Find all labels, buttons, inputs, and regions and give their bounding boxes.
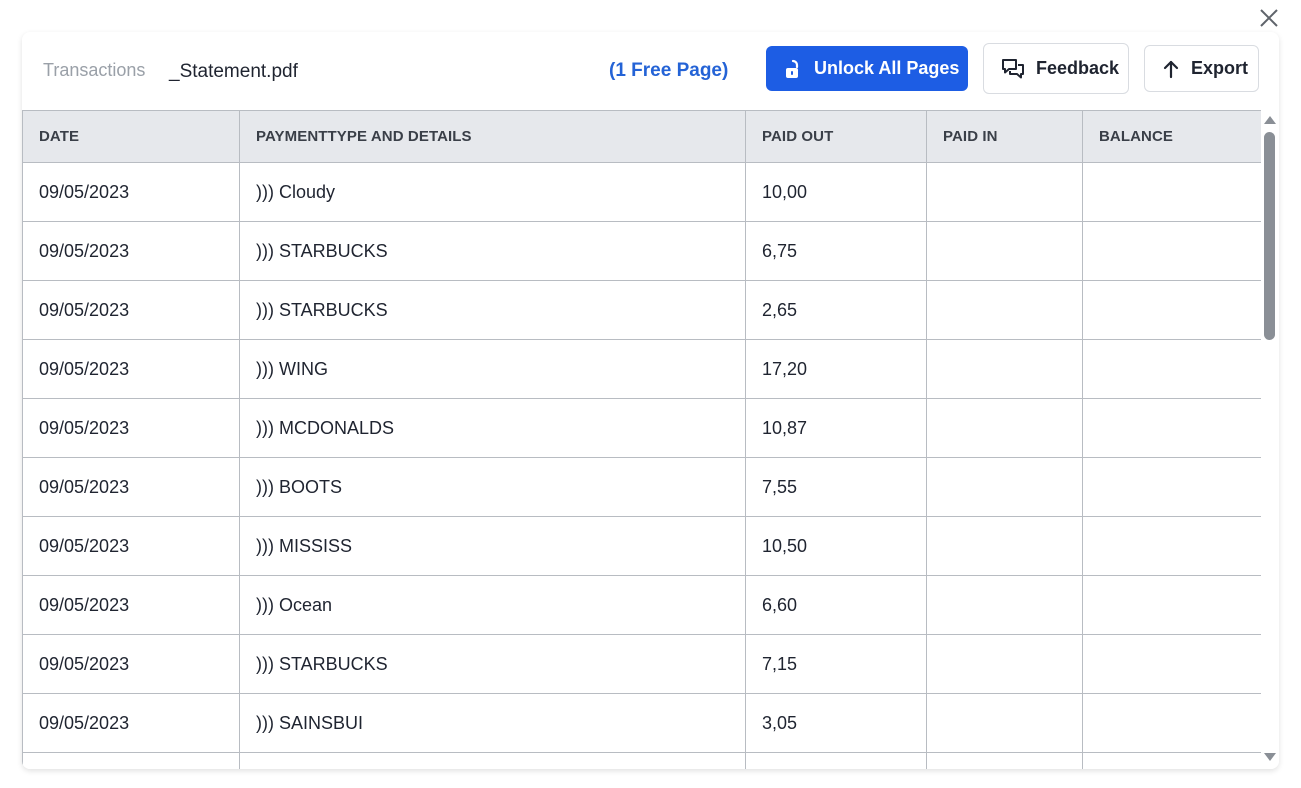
arrow-up-icon	[1163, 60, 1179, 78]
cell-paid-in[interactable]	[926, 752, 1083, 769]
cell-paid-out[interactable]: 10,50	[745, 516, 927, 576]
cell-date[interactable]: 09/05/2023	[22, 693, 240, 753]
cell-paid-in[interactable]	[926, 575, 1083, 635]
cell-balance[interactable]	[1082, 516, 1261, 576]
cell-paid-in[interactable]	[926, 398, 1083, 458]
column-header-paid-out[interactable]: PAID OUT	[745, 110, 927, 163]
cell-paid-out[interactable]: 6,60	[745, 575, 927, 635]
cell-date[interactable]: 09/05/2023	[22, 280, 240, 340]
table-header-row: DATE PAYMENTTYPE AND DETAILS PAID OUT PA…	[22, 110, 1261, 163]
cell-balance[interactable]	[1082, 162, 1261, 222]
feedback-label: Feedback	[1036, 58, 1120, 78]
cell-balance[interactable]	[1082, 752, 1261, 769]
table-row[interactable]	[22, 752, 1261, 769]
column-header-balance[interactable]: BALANCE	[1082, 110, 1261, 163]
cell-paid-out[interactable]: 10,87	[745, 398, 927, 458]
cell-date[interactable]: 09/05/2023	[22, 634, 240, 694]
cell-balance[interactable]	[1082, 575, 1261, 635]
breadcrumb-transactions[interactable]: Transactions	[43, 60, 145, 81]
cell-details[interactable]	[239, 752, 746, 769]
close-icon	[1260, 9, 1278, 27]
cell-paid-out[interactable]: 17,20	[745, 339, 927, 399]
export-label: Export	[1191, 58, 1249, 78]
cell-paid-out[interactable]: 3,05	[745, 693, 927, 753]
cell-date[interactable]	[22, 752, 240, 769]
cell-paid-in[interactable]	[926, 693, 1083, 753]
table-row[interactable]: 09/05/2023 ))) Cloudy 10,00	[22, 162, 1261, 222]
chat-bubbles-icon	[1002, 58, 1024, 78]
transactions-panel: Transactions _Statement.pdf (1 Free Page…	[22, 32, 1279, 769]
feedback-button[interactable]: Feedback	[983, 43, 1129, 94]
table-row[interactable]: 09/05/2023 ))) STARBUCKS 2,65	[22, 280, 1261, 340]
export-button[interactable]: Export	[1144, 45, 1259, 92]
cell-paid-out[interactable]: 6,75	[745, 221, 927, 281]
cell-paid-in[interactable]	[926, 280, 1083, 340]
scroll-down-arrow-icon[interactable]	[1264, 753, 1276, 761]
cell-balance[interactable]	[1082, 457, 1261, 517]
scrollbar-thumb[interactable]	[1264, 132, 1275, 340]
cell-paid-in[interactable]	[926, 162, 1083, 222]
cell-paid-out[interactable]	[745, 752, 927, 769]
cell-details[interactable]: ))) STARBUCKS	[239, 221, 746, 281]
vertical-scrollbar[interactable]	[1261, 110, 1279, 769]
table-row[interactable]: 09/05/2023 ))) SAINSBUI 3,05	[22, 693, 1261, 753]
cell-details[interactable]: ))) STARBUCKS	[239, 634, 746, 694]
cell-date[interactable]: 09/05/2023	[22, 162, 240, 222]
cell-paid-in[interactable]	[926, 339, 1083, 399]
column-header-date[interactable]: DATE	[22, 110, 240, 163]
cell-details[interactable]: ))) BOOTS	[239, 457, 746, 517]
cell-paid-in[interactable]	[926, 457, 1083, 517]
cell-paid-in[interactable]	[926, 634, 1083, 694]
cell-balance[interactable]	[1082, 339, 1261, 399]
cell-paid-in[interactable]	[926, 221, 1083, 281]
cell-details[interactable]: ))) STARBUCKS	[239, 280, 746, 340]
transactions-table-container: DATE PAYMENTTYPE AND DETAILS PAID OUT PA…	[22, 110, 1261, 769]
cell-details[interactable]: ))) Cloudy	[239, 162, 746, 222]
column-header-paid-in[interactable]: PAID IN	[926, 110, 1083, 163]
cell-details[interactable]: ))) WING	[239, 339, 746, 399]
table-row[interactable]: 09/05/2023 ))) MISSISS 10,50	[22, 516, 1261, 576]
table-row[interactable]: 09/05/2023 ))) BOOTS 7,55	[22, 457, 1261, 517]
cell-balance[interactable]	[1082, 693, 1261, 753]
cell-paid-out[interactable]: 7,15	[745, 634, 927, 694]
cell-date[interactable]: 09/05/2023	[22, 457, 240, 517]
cell-details[interactable]: ))) SAINSBUI	[239, 693, 746, 753]
cell-date[interactable]: 09/05/2023	[22, 339, 240, 399]
column-header-details[interactable]: PAYMENTTYPE AND DETAILS	[239, 110, 746, 163]
cell-balance[interactable]	[1082, 280, 1261, 340]
cell-date[interactable]: 09/05/2023	[22, 516, 240, 576]
unlock-all-pages-label: Unlock All Pages	[814, 58, 960, 78]
table-row[interactable]: 09/05/2023 ))) Ocean 6,60	[22, 575, 1261, 635]
cell-date[interactable]: 09/05/2023	[22, 221, 240, 281]
cell-paid-out[interactable]: 7,55	[745, 457, 927, 517]
table-row[interactable]: 09/05/2023 ))) STARBUCKS 7,15	[22, 634, 1261, 694]
cell-date[interactable]: 09/05/2023	[22, 575, 240, 635]
scroll-up-arrow-icon[interactable]	[1264, 116, 1276, 124]
cell-balance[interactable]	[1082, 221, 1261, 281]
cell-date[interactable]: 09/05/2023	[22, 398, 240, 458]
table-row[interactable]: 09/05/2023 ))) MCDONALDS 10,87	[22, 398, 1261, 458]
file-name: _Statement.pdf	[169, 61, 298, 82]
cell-balance[interactable]	[1082, 634, 1261, 694]
cell-paid-in[interactable]	[926, 516, 1083, 576]
transactions-table: DATE PAYMENTTYPE AND DETAILS PAID OUT PA…	[22, 110, 1261, 769]
table-row[interactable]: 09/05/2023 ))) STARBUCKS 6,75	[22, 221, 1261, 281]
cell-balance[interactable]	[1082, 398, 1261, 458]
cell-details[interactable]: ))) MCDONALDS	[239, 398, 746, 458]
cell-details[interactable]: ))) Ocean	[239, 575, 746, 635]
table-row[interactable]: 09/05/2023 ))) WING 17,20	[22, 339, 1261, 399]
panel-header: Transactions _Statement.pdf (1 Free Page…	[22, 32, 1279, 110]
close-button[interactable]	[1256, 5, 1282, 31]
free-page-note: (1 Free Page)	[609, 60, 729, 81]
cell-paid-out[interactable]: 10,00	[745, 162, 927, 222]
unlock-all-pages-button[interactable]: Unlock All Pages	[766, 46, 968, 91]
cell-details[interactable]: ))) MISSISS	[239, 516, 746, 576]
cell-paid-out[interactable]: 2,65	[745, 280, 927, 340]
unlock-icon	[786, 59, 799, 78]
